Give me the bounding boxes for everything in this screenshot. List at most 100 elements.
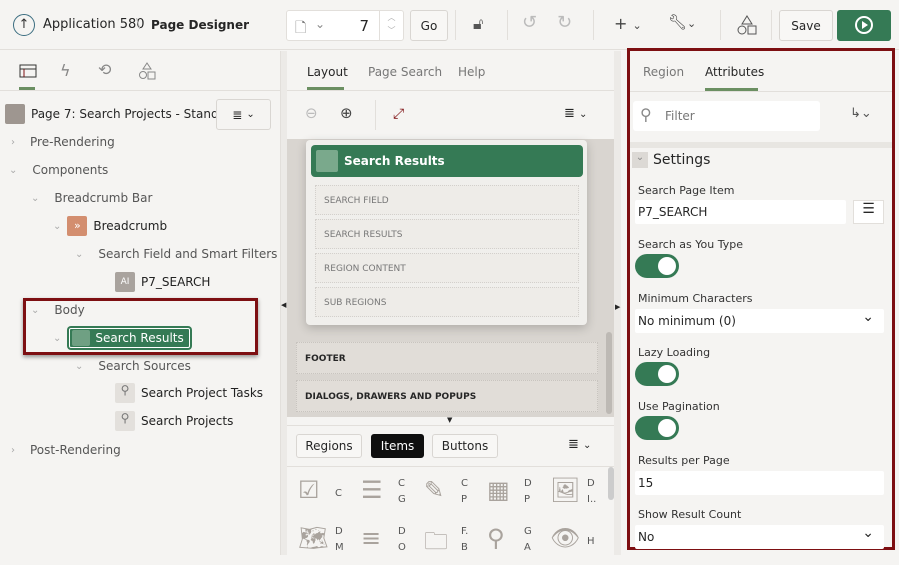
shared-components-icon[interactable] xyxy=(737,15,757,35)
color-picker-icon[interactable]: ✎ xyxy=(424,476,444,504)
zoom-in-icon[interactable]: ⊕ xyxy=(340,104,353,122)
search-region-icon xyxy=(316,150,338,172)
shared-components-tab-icon[interactable] xyxy=(138,62,156,80)
collapse-settings-icon[interactable]: ⌄ xyxy=(632,152,648,168)
tree-pre-rendering[interactable]: › Pre-Rendering xyxy=(11,135,115,149)
tree-search-projects[interactable]: ⚲ Search Projects xyxy=(115,411,233,431)
go-button[interactable]: Go xyxy=(410,10,448,41)
search-icon: ⚲ xyxy=(115,411,135,431)
layout-menu-button[interactable]: ≣ ⌄ xyxy=(564,106,587,121)
item-label: F. B xyxy=(461,526,469,553)
tree-search-results[interactable]: ⌄ Search Results xyxy=(53,326,192,350)
slot-dialogs-drawers-popups[interactable]: DIALOGS, DRAWERS AND POPUPS xyxy=(296,380,598,412)
save-button[interactable]: Save xyxy=(779,10,833,41)
gallery-tab-regions[interactable]: Regions xyxy=(296,434,362,458)
run-page-button[interactable] xyxy=(837,10,891,41)
tree-menu-button[interactable]: ≣ ⌄ xyxy=(216,99,271,130)
unlock-icon[interactable]: 🔓︎ xyxy=(473,14,483,34)
gallery-tab-items[interactable]: Items xyxy=(371,434,424,458)
page-stepper[interactable]: ︿ ﹀ xyxy=(379,11,403,40)
tree-breadcrumb-bar[interactable]: ⌄ Breadcrumb Bar xyxy=(31,191,152,205)
checkbox-group-icon[interactable]: ☰ xyxy=(361,476,383,504)
display-only-icon[interactable]: ≡ xyxy=(361,524,381,552)
tree-post-rendering[interactable]: › Post-Rendering xyxy=(11,443,121,457)
slot-search-field[interactable]: SEARCH FIELD xyxy=(315,185,579,215)
display-map-icon[interactable]: 🗺︎ xyxy=(298,524,328,552)
tree-search-project-tasks[interactable]: ⚲ Search Project Tasks xyxy=(115,383,263,403)
text-item-icon: AI xyxy=(115,272,135,292)
checkbox-icon[interactable]: ☑ xyxy=(298,476,320,504)
label-minimum-characters: Minimum Characters xyxy=(638,292,753,305)
page-number-input[interactable]: 7 xyxy=(359,17,369,35)
slot-region-content[interactable]: REGION CONTENT xyxy=(315,253,579,283)
page-icon: 🗋 xyxy=(295,20,307,36)
tab-layout[interactable]: Layout xyxy=(307,65,348,79)
slot-footer[interactable]: FOOTER xyxy=(296,342,598,374)
use-pagination-toggle[interactable] xyxy=(635,416,679,440)
gallery-tab-buttons[interactable]: Buttons xyxy=(432,434,498,458)
minimum-characters-select[interactable]: No minimum (0) xyxy=(635,309,884,333)
processing-tab-icon[interactable]: ⟲ xyxy=(98,60,111,79)
list-picker-icon[interactable]: ☰ xyxy=(853,200,884,224)
filter-input[interactable]: ⚲ Filter xyxy=(633,101,820,131)
lazy-loading-toggle[interactable] xyxy=(635,362,679,386)
play-icon xyxy=(855,16,873,34)
hidden-icon[interactable]: 👁︎ xyxy=(550,524,580,552)
page-title[interactable]: Page 7: Search Projects - Standard xyxy=(31,107,216,121)
create-menu-button[interactable]: + ⌄ xyxy=(614,14,642,33)
region-header[interactable]: Search Results xyxy=(311,145,583,177)
date-picker-icon[interactable]: ▦ xyxy=(487,476,510,504)
show-result-count-select[interactable]: No xyxy=(635,525,884,549)
item-label: DP xyxy=(524,478,532,505)
active-tab-indicator xyxy=(307,87,344,90)
gallery-menu-button[interactable]: ≣ ⌄ xyxy=(568,437,591,452)
tab-region[interactable]: Region xyxy=(643,65,684,79)
page-selector[interactable]: 🗋 ⌄ 7 ︿ ﹀ xyxy=(286,10,404,41)
left-splitter[interactable]: ◀ xyxy=(280,51,287,555)
item-label: D I.. xyxy=(587,478,597,505)
expand-icon[interactable]: ⤢ xyxy=(393,106,404,122)
rendering-tab-icon[interactable] xyxy=(19,64,37,78)
tree-p7-search[interactable]: AI P7_SEARCH xyxy=(115,272,210,292)
breadcrumb-separator: \ xyxy=(136,17,141,32)
tree-body[interactable]: ⌄ Body xyxy=(31,303,85,317)
layout-scrollbar[interactable] xyxy=(606,332,612,414)
geocoded-address-icon[interactable]: ⚲ xyxy=(487,524,505,552)
tab-page-search[interactable]: Page Search xyxy=(368,65,442,79)
tree-search-field-smart-filters[interactable]: ⌄ Search Field and Smart Filters xyxy=(75,247,277,261)
search-as-you-type-toggle[interactable] xyxy=(635,254,679,278)
slot-sub-regions[interactable]: SUB REGIONS xyxy=(315,287,579,317)
go-to-group-button[interactable]: ↳⌄ xyxy=(850,106,872,121)
undo-icon[interactable]: ↺ xyxy=(522,12,537,33)
redo-icon[interactable]: ↻ xyxy=(557,12,572,33)
item-label: DM xyxy=(335,526,344,553)
tree-components[interactable]: ⌄ Components xyxy=(9,163,108,177)
display-image-icon[interactable]: 🖼︎ xyxy=(550,476,580,504)
active-tab-indicator xyxy=(19,87,35,90)
slot-search-results[interactable]: SEARCH RESULTS xyxy=(315,219,579,249)
tab-help[interactable]: Help xyxy=(458,65,485,79)
section-settings[interactable]: Settings xyxy=(653,152,710,168)
breadcrumb-app[interactable]: Application 580 xyxy=(43,17,145,32)
utilities-wrench-icon[interactable]: 🔧︎⌄ xyxy=(668,13,696,31)
item-label: C xyxy=(335,488,342,499)
rendering-tree-panel: ϟ ⟲ Page 7: Search Projects - Standard ≣… xyxy=(0,51,280,555)
breadcrumb-region-icon: » xyxy=(67,216,88,236)
page-icon xyxy=(5,104,25,124)
right-splitter[interactable]: ▶ xyxy=(614,51,621,555)
label-lazy-loading: Lazy Loading xyxy=(638,346,711,359)
up-arrow-icon[interactable]: ↑ xyxy=(13,14,35,36)
splitter-down-arrow[interactable]: ▼ xyxy=(447,416,452,424)
results-per-page-input[interactable]: 15 xyxy=(635,471,884,495)
item-label: DO xyxy=(398,526,406,553)
tree-breadcrumb[interactable]: ⌄» Breadcrumb xyxy=(53,216,167,236)
label-search-as-you-type: Search as You Type xyxy=(638,238,743,251)
dynamic-actions-tab-icon[interactable]: ϟ xyxy=(60,61,71,80)
tree-search-sources[interactable]: ⌄ Search Sources xyxy=(75,359,191,373)
file-browse-icon[interactable]: 🗀 xyxy=(424,524,448,565)
tab-attributes[interactable]: Attributes xyxy=(705,65,764,79)
search-page-item-input[interactable]: P7_SEARCH xyxy=(635,200,846,224)
zoom-out-icon[interactable]: ⊖ xyxy=(305,104,318,122)
chevron-down-icon[interactable]: ⌄ xyxy=(315,17,325,31)
breadcrumb-page-designer: Page Designer xyxy=(151,18,250,32)
